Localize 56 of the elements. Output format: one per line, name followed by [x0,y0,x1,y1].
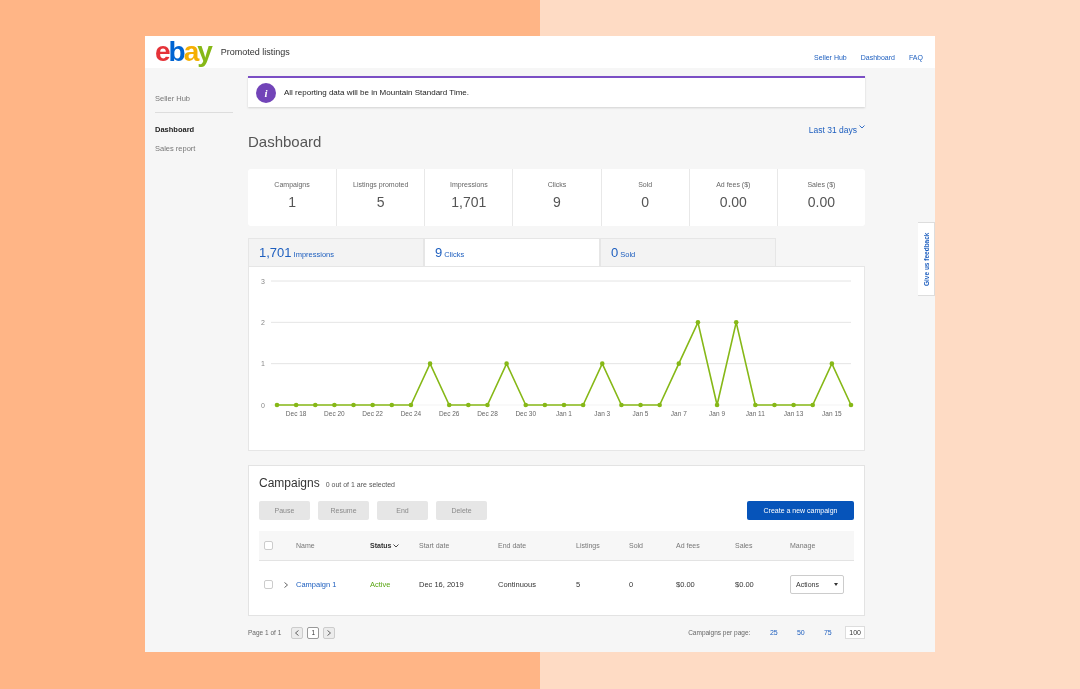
data-point [810,402,816,408]
data-point [753,402,758,408]
banner-message: All reporting data will be in Mountain Standard Time. [284,88,469,97]
data-point [466,402,471,408]
data-point [580,402,586,408]
data-point [657,402,662,408]
data-point [542,402,548,408]
select-all-checkbox[interactable] [264,541,273,550]
data-point [370,402,375,408]
data-point [389,402,395,408]
row-checkbox[interactable] [264,580,273,589]
stat-value: 0.00 [807,194,836,210]
data-point [638,402,643,408]
next-page-button[interactable] [323,626,336,639]
data-point [446,402,452,408]
app-title: Promoted listings [220,47,290,57]
dropdown-arrow-icon [834,583,838,586]
data-point [351,402,356,408]
data-point [485,402,490,408]
data-point [504,361,509,366]
data-point [523,402,529,408]
date-range-dropdown[interactable]: Last 31 days [808,125,865,169]
stat-value: 9 [553,194,561,210]
data-point [676,361,682,366]
chevron-icon [284,581,288,588]
stat-value: 1,701 [451,194,487,210]
data-point [733,320,739,325]
chevron-left-icon [295,629,300,636]
data-point [848,402,854,408]
data-point [293,402,299,408]
data-point [427,361,433,366]
data-point [312,402,318,408]
data-point [619,402,624,408]
data-point [332,402,337,408]
data-point [791,402,796,408]
data-point [695,320,701,325]
stat-value: 5 [376,194,385,210]
data-point [561,402,567,408]
data-point [408,402,414,408]
stat-value: 0 [641,194,650,210]
previous-page-button[interactable] [291,626,304,639]
ebay-logo[interactable]: ebay [155,38,211,66]
data-point [599,361,605,366]
expand-chevron-icon[interactable] [284,581,290,588]
chevron-right-icon [327,629,332,636]
data-point [772,402,777,408]
data-point [829,361,835,366]
data-point [714,402,720,408]
page-title: Dashboard [248,133,322,152]
stat-value: 0.00 [719,194,747,210]
info-icon: i [256,82,276,103]
stat-value: 1 [288,194,296,210]
data-point [274,402,280,408]
caret-icon [859,125,865,129]
section-title: Campaigns [259,476,320,490]
sort-caret-icon [393,543,400,548]
